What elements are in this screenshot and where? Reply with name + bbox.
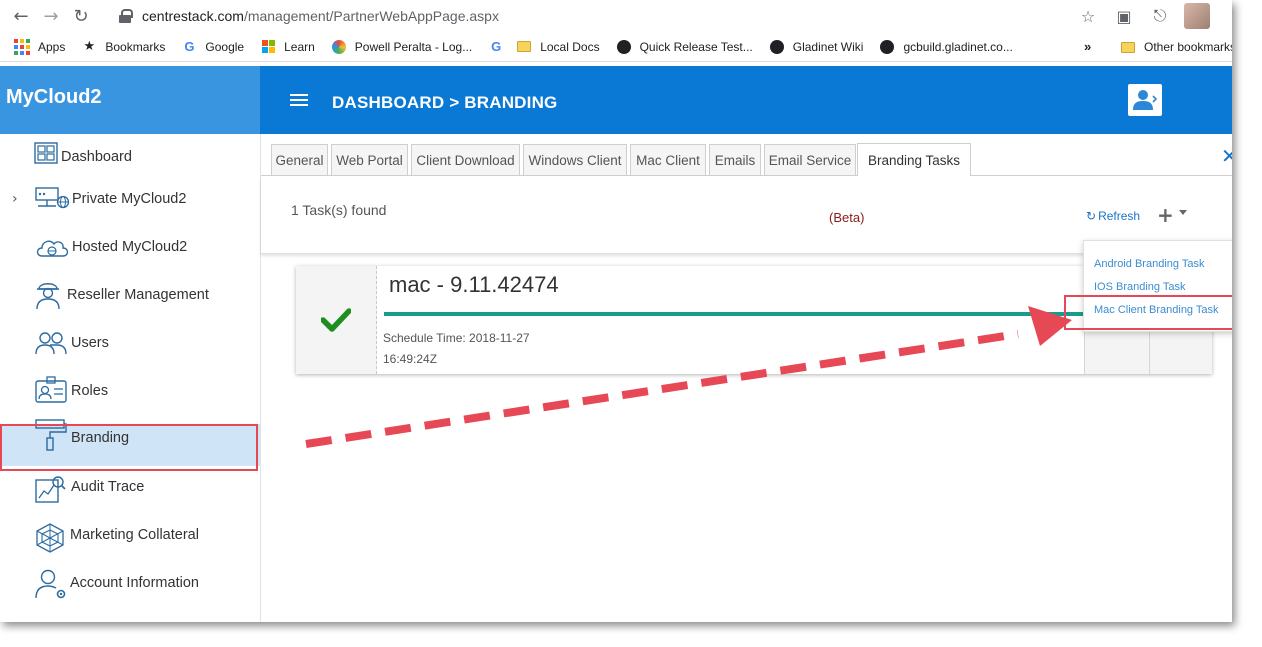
forward-arrow-icon[interactable]: →	[36, 1, 66, 31]
reload-icon[interactable]: ↻	[66, 1, 96, 31]
extension-icon[interactable]: ▣	[1112, 4, 1136, 28]
google-icon: G	[184, 39, 195, 54]
id-card-icon	[35, 376, 67, 403]
sidebar-item-private-mycloud2[interactable]: › Private MyCloud2	[0, 176, 260, 222]
account-gear-icon	[35, 569, 66, 599]
user-account-icon	[1133, 90, 1158, 110]
bookmark-gcbuild[interactable]: gcbuild.gladinet.co...	[871, 35, 1020, 59]
folder-icon	[516, 39, 532, 55]
globe-icon	[769, 39, 785, 55]
tab-client-download[interactable]: Client Download	[411, 144, 520, 175]
url-path: /management/PartnerWebAppPage.aspx	[243, 8, 499, 24]
star-icon: ★	[83, 39, 96, 54]
sidebar-item-dashboard[interactable]: Dashboard	[0, 134, 260, 180]
add-task-button[interactable]: +	[1157, 203, 1174, 227]
bookmark-local-docs[interactable]: Local Docs	[508, 35, 607, 59]
browser-window: ← → ↻ centrestack.com/management/Partner…	[0, 0, 1232, 622]
bookmark-learn[interactable]: Learn	[252, 35, 323, 59]
pin-extension-icon[interactable]: ⎋	[1148, 4, 1172, 28]
reseller-person-icon	[36, 283, 60, 310]
cloud-icon	[36, 240, 69, 257]
tab-email-service[interactable]: Email Service	[764, 144, 856, 175]
tab-windows-client[interactable]: Windows Client	[523, 144, 627, 175]
bookmarks-bar: Apps ★ Bookmarks G Google Learn Powell P…	[0, 32, 1232, 62]
back-arrow-icon[interactable]: ←	[6, 1, 36, 31]
highlight-box-mac-client-task	[1064, 295, 1232, 330]
audit-chart-icon	[35, 476, 66, 503]
tab-mac-client[interactable]: Mac Client	[630, 144, 706, 175]
refresh-button[interactable]: ↻ Refresh	[1086, 209, 1140, 223]
close-icon[interactable]: ✕	[1221, 144, 1232, 168]
globe-icon	[879, 39, 895, 55]
sidebar-item-reseller-management[interactable]: Reseller Management	[0, 272, 260, 318]
tab-branding-tasks[interactable]: Branding Tasks	[857, 143, 971, 176]
refresh-icon: ↻	[1086, 209, 1097, 223]
bookmark-google-2[interactable]: G	[480, 35, 508, 59]
star-bookmark-icon[interactable]: ☆	[1076, 4, 1100, 28]
tab-general[interactable]: General	[271, 144, 328, 175]
users-icon	[35, 332, 67, 355]
sidebar-nav: Dashboard › Private MyCloud2 Hosted MyCl…	[0, 134, 261, 622]
tab-web-portal[interactable]: Web Portal	[331, 144, 408, 175]
task-schedule-time: Schedule Time: 2018-11-27 16:49:24Z	[383, 331, 530, 366]
menu-item-ios-branding-task[interactable]: IOS Branding Task	[1094, 281, 1186, 293]
microsoft-icon	[260, 39, 276, 55]
bookmark-google[interactable]: G Google	[173, 35, 252, 59]
profile-avatar[interactable]	[1184, 3, 1210, 29]
address-bar: ← → ↻ centrestack.com/management/Partner…	[0, 0, 1232, 32]
tab-bar: General Web Portal Client Download Windo…	[261, 134, 1232, 176]
sidebar-item-marketing-collateral[interactable]: Marketing Collateral	[0, 512, 260, 558]
url-field[interactable]: centrestack.com/management/PartnerWebApp…	[118, 6, 499, 26]
lock-icon	[118, 9, 133, 23]
breadcrumb: DASHBOARD > BRANDING	[332, 93, 558, 112]
user-menu-button[interactable]	[1128, 84, 1162, 116]
task-status-cell	[296, 266, 377, 374]
task-progress-bar	[384, 312, 1084, 316]
main-content: General Web Portal Client Download Windo…	[261, 134, 1232, 622]
bookmark-apps[interactable]: Apps	[0, 35, 73, 59]
bookmark-gladinet-wiki[interactable]: Gladinet Wiki	[761, 35, 872, 59]
sidebar-item-roles[interactable]: Roles	[0, 368, 260, 414]
top-bar: DASHBOARD > BRANDING	[260, 66, 1232, 134]
globe-icon	[616, 39, 632, 55]
beta-label: (Beta)	[829, 210, 865, 225]
web-icon	[36, 523, 64, 553]
bookmark-other[interactable]: Other bookmarks	[1112, 32, 1232, 62]
bookmark-quick-release[interactable]: Quick Release Test...	[608, 35, 761, 59]
chevron-right-icon[interactable]: ›	[12, 191, 18, 207]
sidebar-item-users[interactable]: Users	[0, 320, 260, 366]
task-name: mac - 9.11.42474	[389, 272, 559, 297]
dashboard-grid-icon	[34, 142, 58, 164]
highlight-box-branding	[0, 424, 258, 471]
more-bookmarks-chevron[interactable]: »	[1084, 39, 1091, 54]
google-icon: G	[491, 39, 502, 54]
bookmark-bookmarks[interactable]: ★ Bookmarks	[73, 35, 173, 59]
tab-emails[interactable]: Emails	[709, 144, 761, 175]
hamburger-menu-icon[interactable]	[290, 94, 308, 108]
apps-grid-icon	[14, 38, 30, 55]
tasks-found-count: 1 Task(s) found	[291, 202, 387, 218]
folder-icon	[1120, 39, 1136, 55]
sidebar-item-account-information[interactable]: Account Information	[0, 560, 260, 606]
bookmark-powell-peralta[interactable]: Powell Peralta - Log...	[323, 35, 480, 59]
chevron-down-icon[interactable]	[1179, 210, 1187, 215]
brand-title: MyCloud2	[0, 66, 260, 134]
browser-actions: ☆ ▣ ⎋	[1076, 3, 1232, 29]
site-icon	[331, 39, 347, 55]
checkmark-icon	[321, 308, 351, 332]
sidebar-item-hosted-mycloud2[interactable]: Hosted MyCloud2	[0, 224, 260, 270]
url-host: centrestack.com	[142, 8, 244, 24]
menu-item-android-branding-task[interactable]: Android Branding Task	[1094, 258, 1204, 270]
server-network-icon	[35, 187, 70, 209]
